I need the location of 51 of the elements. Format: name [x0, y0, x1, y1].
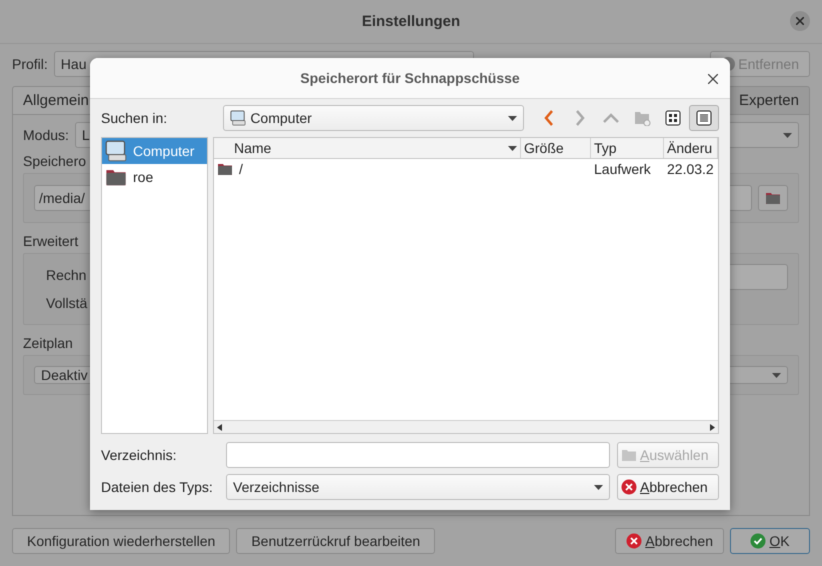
folder-icon [765, 190, 781, 206]
column-header[interactable]: Änderu [664, 138, 718, 158]
column-header[interactable]: Name [214, 138, 521, 158]
profile-label: Profil: [12, 56, 48, 72]
look-in-label: Suchen in: [101, 110, 168, 126]
type-cell-text: Laufwerk [593, 161, 652, 177]
column-header[interactable]: Größe [521, 138, 591, 158]
grid-view-icon [665, 110, 681, 126]
window-title: Einstellungen [362, 13, 460, 30]
dialog-title: Speicherort für Schnappschüsse [300, 70, 520, 86]
directory-label: Verzeichnis: [101, 447, 178, 463]
check-icon [750, 533, 766, 549]
file-type-label: Dateien des Typs: [101, 479, 214, 495]
dropdown-arrow-icon [783, 132, 792, 138]
cancel-icon [626, 533, 642, 549]
dropdown-arrow-icon [508, 116, 517, 120]
dropdown-arrow-icon [594, 484, 603, 490]
footer-button[interactable]: Konfiguration wiederherstellen [12, 528, 230, 554]
new-folder-icon [634, 110, 650, 126]
computer-icon [105, 140, 127, 162]
scroll-right-icon[interactable] [710, 424, 715, 430]
horizontal-scrollbar[interactable] [214, 420, 718, 433]
folder-icon [621, 447, 637, 463]
file-name-cell: / [214, 161, 521, 177]
directory-field[interactable] [226, 442, 610, 468]
cancel-button[interactable]: Abbrechen [615, 528, 724, 554]
date-cell-text: 22.03.2 [666, 161, 715, 177]
close-icon[interactable] [790, 11, 810, 31]
column-header[interactable]: Typ [591, 138, 664, 158]
advanced-label: Erweitert [23, 233, 80, 249]
cancel-button[interactable]: Abbrechen [617, 474, 719, 500]
footer-button[interactable]: Benutzerrückruf bearbeiten [236, 528, 436, 554]
option-label: Vollstä [46, 295, 88, 311]
place-item[interactable]: roe [102, 164, 207, 190]
toolbar-button[interactable] [689, 105, 719, 131]
browse-button[interactable] [758, 185, 788, 211]
mode-label: Modus: [23, 127, 69, 143]
dropdown-arrow-icon [772, 372, 781, 378]
schedule-label: Zeitplan [23, 335, 74, 351]
tab[interactable]: Experten [728, 86, 810, 114]
folder-icon [217, 161, 233, 177]
option-label: Rechn [46, 267, 86, 283]
computer-icon [230, 110, 246, 126]
place-item[interactable]: Computer [102, 138, 207, 164]
list-view-icon [696, 110, 712, 126]
file-type-combo[interactable]: Verzeichnisse [226, 474, 610, 500]
ok-button[interactable]: OK [730, 528, 810, 554]
look-in-combo[interactable]: Computer [223, 105, 524, 131]
dropdown-arrow-icon [508, 146, 517, 150]
cancel-icon [621, 479, 637, 495]
scroll-left-icon[interactable] [217, 424, 222, 430]
